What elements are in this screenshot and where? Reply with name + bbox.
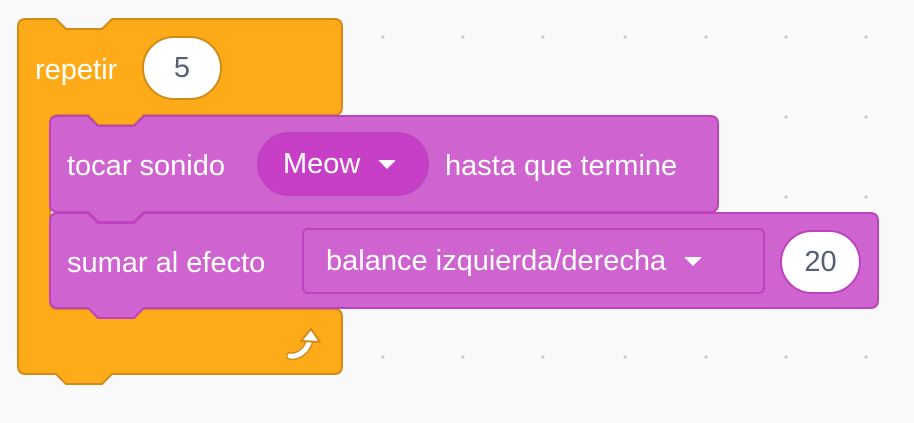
play-sound-label: tocar sonido (67, 150, 225, 182)
effect-dropdown-value: balance izquierda/derecha (326, 244, 667, 277)
loop-arrow-icon (286, 328, 321, 360)
scripts-workspace[interactable]: repetir 5 tocar sonido Meow hasta que te… (0, 0, 914, 423)
change-effect-label: sumar al efecto (67, 247, 266, 279)
until-done-label: hasta que termine (445, 150, 678, 182)
repeat-label: repetir (35, 54, 118, 86)
chevron-down-icon (378, 159, 397, 169)
effect-value-input[interactable]: 20 (780, 230, 861, 294)
effect-dropdown[interactable]: balance izquierda/derecha (302, 228, 765, 294)
sound-dropdown[interactable]: Meow (257, 132, 429, 196)
chevron-down-icon (684, 256, 703, 266)
repeat-count-input[interactable]: 5 (142, 36, 222, 100)
block-shapes (17, 18, 879, 385)
sound-dropdown-value: Meow (283, 147, 361, 180)
